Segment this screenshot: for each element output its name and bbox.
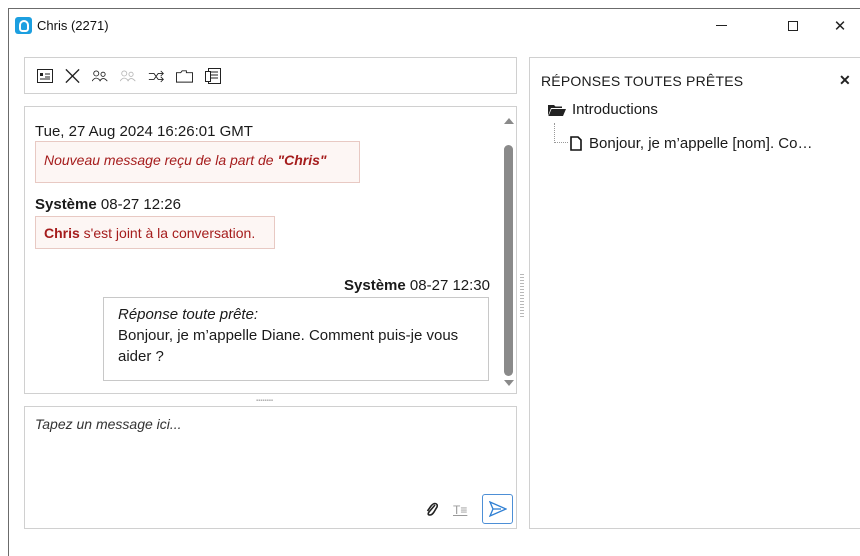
ready-responses-panel: RÉPONSES TOUTES PRÊTES ✕ Introductions B… [529,57,860,529]
system-message-header: Système 08-27 12:30 [344,277,490,294]
close-icon: ✕ [833,17,847,35]
scroll-down-icon[interactable] [504,380,514,386]
message-time: 08-27 12:30 [409,277,490,294]
scroll-up-icon[interactable] [504,118,514,124]
end-chat-icon[interactable] [64,67,81,84]
transfer-agent-icon[interactable] [92,67,109,84]
message-list: Tue, 27 Aug 2024 16:26:01 GMT Nouveau me… [25,107,502,393]
app-headset-icon [15,17,32,34]
folder-open-icon [548,104,566,116]
tree-folder-introductions[interactable]: Introductions [548,101,658,118]
minimize-icon [715,25,727,26]
chat-toolbar [24,57,517,94]
window-title: Chris (2271) [37,18,109,33]
joined-name: Chris [44,225,80,241]
contact-card-icon[interactable] [36,67,53,84]
tree-item-response[interactable]: Bonjour, je m’appelle [nom]. Co… [570,135,812,152]
joined-text: s'est joint à la conversation. [79,225,256,241]
folder-icon[interactable] [176,67,193,84]
tree-connector [554,123,568,143]
conference-icon[interactable] [120,67,137,84]
message-time: 08-27 12:26 [100,196,181,213]
send-button[interactable] [482,494,513,524]
canned-response-message: Réponse toute prête: Bonjour, je m’appel… [103,297,489,381]
maximize-icon [788,20,798,31]
notice-text: Nouveau message reçu de la part de [44,152,278,168]
conversation-panel[interactable]: Tue, 27 Aug 2024 16:26:01 GMT Nouveau me… [24,106,517,394]
conversation-timestamp: Tue, 27 Aug 2024 16:26:01 GMT [35,123,253,140]
transcript-icon[interactable] [204,67,221,84]
message-author: Système [35,196,97,213]
ready-responses-title: RÉPONSES TOUTES PRÊTES [541,73,744,89]
canned-response-label: Réponse toute prête: [118,306,259,323]
horizontal-splitter-grip[interactable]: ▪▪▪▪▪▪▪▪ [256,398,273,404]
message-input[interactable] [25,407,516,487]
title-bar[interactable]: Chris (2271) ✕ [9,9,860,42]
transfer-queue-icon[interactable] [148,67,165,84]
response-item-label: Bonjour, je m’appelle [nom]. Co… [589,135,813,152]
text-format-icon[interactable]: T≡ [453,503,467,517]
notice-sender: "Chris" [277,152,327,168]
conversation-scrollbar[interactable] [502,107,516,393]
new-message-notice: Nouveau message reçu de la part de "Chri… [35,141,360,183]
join-message: Chris s'est joint à la conversation. [35,216,275,249]
message-composer: T≡ [24,406,517,529]
folder-label: Introductions [572,101,658,118]
chat-window: Chris (2271) ✕ Tue, 27 Aug 2024 16:26:01… [8,8,860,556]
minimize-button[interactable] [698,9,744,42]
send-icon [488,501,507,517]
message-author: Système [344,277,406,294]
maximize-button[interactable] [770,9,816,42]
document-icon [570,136,582,151]
close-panel-button[interactable]: ✕ [839,72,851,89]
system-message-header: Système 08-27 12:26 [35,196,181,213]
scroll-thumb[interactable] [504,145,513,376]
attachment-icon[interactable] [425,502,439,523]
vertical-splitter-grip[interactable] [520,274,524,319]
close-window-button[interactable]: ✕ [817,9,860,42]
canned-response-text: Bonjour, je m’appelle Diane. Comment pui… [118,327,459,365]
